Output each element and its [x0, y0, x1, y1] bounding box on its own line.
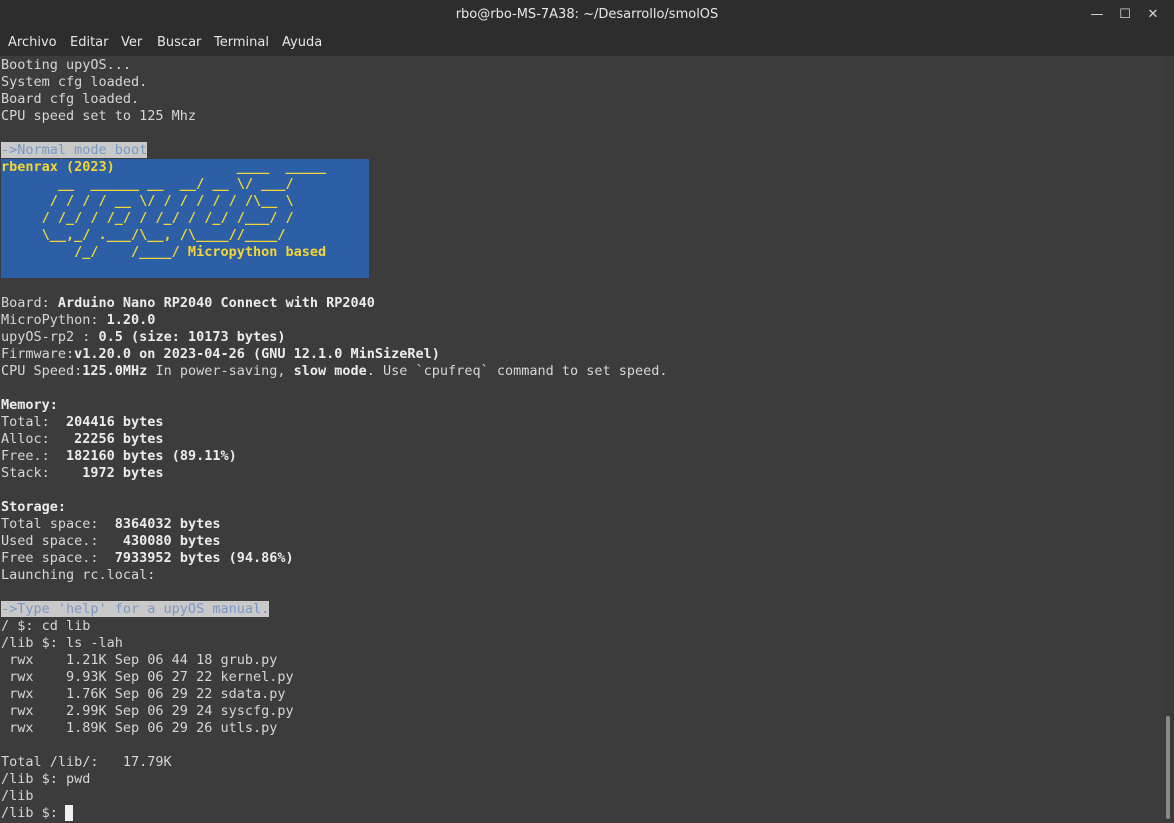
storage-row: Free space.: 7933952 bytes (94.86%) — [1, 550, 294, 566]
memory-row: Alloc: 22256 bytes — [1, 431, 164, 447]
board-info: Board: Arduino Nano RP2040 Connect with … — [1, 295, 375, 311]
menu-archivo[interactable]: Archivo — [8, 35, 57, 50]
window-title: rbo@rbo-MS-7A38: ~/Desarrollo/smolOS — [455, 7, 719, 22]
file-row: rwx 9.93K Sep 06 27 22 kernel.py — [1, 669, 294, 685]
banner-line: __ ______ __ __/ __ \/ ___/ — [1, 176, 294, 192]
menu-ayuda[interactable]: Ayuda — [282, 35, 322, 50]
minimize-icon[interactable]: — — [1087, 5, 1107, 25]
boot-line: Board cfg loaded. — [1, 91, 140, 107]
close-icon[interactable]: ✕ — [1143, 5, 1163, 25]
boot-line: CPU speed set to 125 Mhz — [1, 108, 197, 124]
memory-row: Total: 204416 bytes — [1, 414, 164, 430]
file-row: rwx 1.89K Sep 06 29 26 utls.py — [1, 720, 278, 736]
banner-line: / /_/ / /_/ / /_/ / /_/ /___/ / — [1, 210, 294, 226]
micropython-info: MicroPython: 1.20.0 — [1, 312, 156, 328]
title-bar[interactable]: rbo@rbo-MS-7A38: ~/Desarrollo/smolOS — ☐… — [0, 0, 1174, 30]
command-line: / $: cd lib — [1, 618, 91, 634]
storage-row: Total space: 8364032 bytes — [1, 516, 221, 532]
normal-mode-notice: ->Normal mode boot — [1, 142, 148, 158]
storage-row: Used space.: 430080 bytes — [1, 533, 221, 549]
firmware-info: Firmware:v1.20.0 on 2023-04-26 (GNU 12.1… — [1, 346, 440, 362]
banner-line: \__,_/ .___/\__, /\____//____/ — [1, 227, 286, 243]
help-hint: ->Type 'help' for a upyOS manual. — [1, 601, 270, 617]
banner-line: /_/ /____/ Micropython based — [1, 244, 327, 260]
command-line: /lib $: pwd — [1, 771, 91, 787]
menu-terminal[interactable]: Terminal — [214, 35, 269, 50]
menu-buscar[interactable]: Buscar — [157, 35, 201, 50]
file-row: rwx 1.76K Sep 06 29 22 sdata.py — [1, 686, 286, 702]
command-output: /lib — [1, 788, 34, 804]
maximize-icon[interactable]: ☐ — [1115, 5, 1135, 25]
upyos-info: upyOS-rp2 : 0.5 (size: 10173 bytes) — [1, 329, 286, 345]
terminal-output[interactable]: Booting upyOS... System cfg loaded. Boar… — [0, 56, 1164, 823]
shell-prompt[interactable]: /lib $: — [1, 805, 66, 822]
menu-bar: Archivo Editar Ver Buscar Terminal Ayuda — [0, 30, 1174, 56]
launching-line: Launching rc.local: — [1, 567, 156, 583]
memory-row: Free.: 182160 bytes (89.11%) — [1, 448, 237, 464]
scrollbar-thumb[interactable] — [1166, 716, 1170, 819]
boot-line: System cfg loaded. — [1, 74, 148, 90]
menu-ver[interactable]: Ver — [121, 35, 142, 50]
cpu-info: CPU Speed:125.0MHz In power-saving, slow… — [1, 363, 668, 379]
banner-line: rbenrax (2023) ____ _____ — [1, 159, 327, 175]
boot-line: Booting upyOS... — [1, 57, 132, 73]
command-line: /lib $: ls -lah — [1, 635, 123, 651]
upyos-banner: rbenrax (2023) ____ _____ __ ______ __ _… — [1, 159, 369, 278]
file-row: rwx 1.21K Sep 06 44 18 grub.py — [1, 652, 278, 668]
banner-line: / / / / __ \/ / / / / / /\__ \ — [1, 193, 294, 209]
text-cursor — [65, 805, 73, 821]
total-line: Total /lib/: 17.79K — [1, 754, 172, 770]
memory-heading: Memory: — [1, 397, 58, 413]
scrollbar-track[interactable] — [1164, 56, 1174, 823]
memory-row: Stack: 1972 bytes — [1, 465, 164, 481]
file-row: rwx 2.99K Sep 06 29 24 syscfg.py — [1, 703, 294, 719]
storage-heading: Storage: — [1, 499, 67, 515]
menu-editar[interactable]: Editar — [70, 35, 109, 50]
